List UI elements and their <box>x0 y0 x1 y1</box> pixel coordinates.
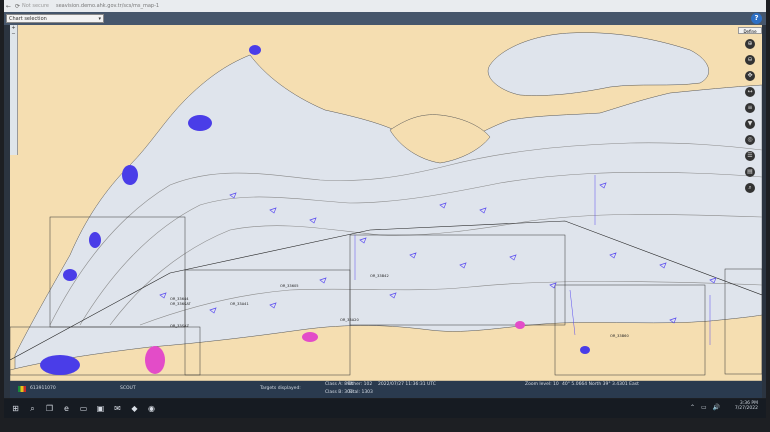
chrome-browser-icon[interactable]: ◉ <box>146 403 157 414</box>
measure-icon[interactable]: ↔ <box>745 87 755 97</box>
clock-date: 7/27/2022 <box>734 406 758 411</box>
back-icon[interactable]: ← <box>4 2 13 11</box>
area-label: OR_33644 <box>170 297 189 301</box>
vessel-name: SCOUT <box>120 386 136 391</box>
list-icon[interactable]: ☰ <box>745 151 755 161</box>
define-button[interactable]: Define <box>738 27 762 34</box>
search-icon[interactable]: ⌕ <box>745 183 755 193</box>
area-label: OR_336SAT <box>170 302 192 306</box>
file-explorer-icon[interactable]: ▭ <box>78 403 89 414</box>
azov-sea <box>487 32 709 96</box>
highlight-cluster <box>145 346 165 374</box>
store-icon[interactable]: ▣ <box>95 403 106 414</box>
total-count: Total: 1303 <box>348 390 373 395</box>
status-bar: 613911070 SCOUT Targets displayed: Class… <box>10 381 762 398</box>
area-label: OR_33B60 <box>610 334 629 338</box>
filter-icon[interactable]: ▼ <box>745 119 755 129</box>
map-tools: Define ⊕ ⊖ ✥ ↔ ≡ ▼ ◎ ☰ ▤ ⌕ <box>738 27 762 199</box>
chart-selection-label: Chart selection <box>9 16 47 22</box>
zoom-in-icon[interactable]: ⊕ <box>745 39 755 49</box>
timestamp: 2022/07/27 11:36:31 UTC <box>378 382 436 387</box>
vessel-cluster <box>122 165 138 185</box>
help-icon[interactable]: ? <box>751 13 762 24</box>
flag-icon <box>18 386 26 392</box>
area-label: OR_33A20 <box>340 318 359 322</box>
cursor-coordinates: 40° 5.0664 North 39° 3.4301 East <box>562 382 639 387</box>
area-label: OR_33A41 <box>230 302 249 306</box>
task-view-icon[interactable]: ❐ <box>44 403 55 414</box>
security-warning: Not secure <box>22 3 49 9</box>
zoom-level: Zoom level: 10 <box>525 382 559 387</box>
area-label: OR_33605 <box>280 284 299 288</box>
layers-icon[interactable]: ≡ <box>745 103 755 113</box>
highlight-cluster <box>515 321 525 329</box>
vessel-cluster <box>63 269 77 281</box>
zoom-out-icon[interactable]: ⊖ <box>745 55 755 65</box>
url-text[interactable]: seavision.demo.ahk.gov.tr/scs/ms_map-1 <box>56 3 159 9</box>
other-count: Other: 102 <box>348 382 373 387</box>
target-icon[interactable]: ◎ <box>745 135 755 145</box>
clock[interactable]: 3:36 PM 7/27/2022 <box>735 401 758 411</box>
vessel-cluster <box>249 45 261 55</box>
sea-map[interactable]: OR_33644 OR_336SAT OR_33A41 OR_33SAZ OR_… <box>10 25 762 381</box>
mail-icon[interactable]: ✉ <box>112 403 123 414</box>
monitor-screen: ← ⟳ Not secure seavision.demo.ahk.gov.tr… <box>4 0 766 398</box>
chevron-down-icon: ▾ <box>98 16 101 22</box>
windows-taskbar: ⊞ ⌕ ❐ e ▭ ▣ ✉ ◆ ◉ ⌃ ▭ 🔊 3:36 PM 7/27/202… <box>4 399 766 418</box>
vessel-mmsi: 613911070 <box>30 386 56 391</box>
reload-icon[interactable]: ⟳ <box>13 2 22 11</box>
targets-label: Targets displayed: <box>260 386 301 391</box>
vessel-cluster <box>89 232 101 248</box>
print-icon[interactable]: ▤ <box>745 167 755 177</box>
highlight-cluster <box>302 332 318 342</box>
chart-selection-dropdown[interactable]: Chart selection ▾ <box>6 14 104 23</box>
system-tray-icons[interactable]: ⌃ ▭ 🔊 <box>690 404 722 411</box>
vessel-cluster <box>188 115 212 131</box>
area-label: OR_33SAZ <box>170 324 190 328</box>
app-icon[interactable]: ◆ <box>129 403 140 414</box>
map-canvas[interactable]: OR_33644 OR_336SAT OR_33A41 OR_33SAZ OR_… <box>10 25 762 381</box>
pan-icon[interactable]: ✥ <box>745 71 755 81</box>
app-toolbar: Chart selection ▾ ? <box>4 12 766 25</box>
vessel-cluster <box>40 355 80 375</box>
browser-address-bar[interactable]: ← ⟳ Not secure seavision.demo.ahk.gov.tr… <box>4 0 766 12</box>
vessel-cluster <box>580 346 590 354</box>
windows-start-icon[interactable]: ⊞ <box>10 403 21 414</box>
search-icon[interactable]: ⌕ <box>27 403 38 414</box>
area-label: OR_33B42 <box>370 274 389 278</box>
edge-browser-icon[interactable]: e <box>61 403 72 414</box>
zoom-minus-icon[interactable]: − <box>10 31 17 37</box>
map-scale-strip[interactable]: + − <box>10 25 18 155</box>
